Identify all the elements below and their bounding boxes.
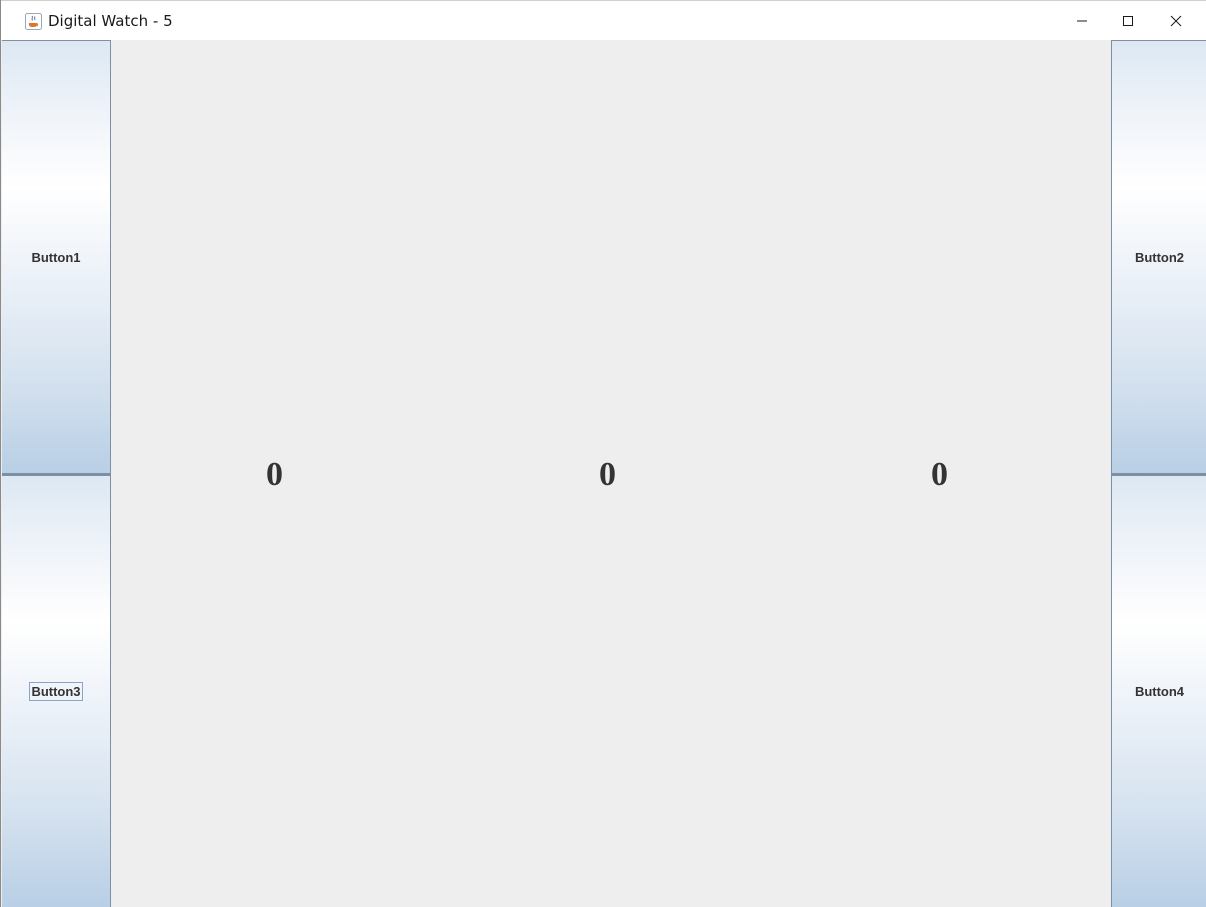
- close-button[interactable]: [1153, 1, 1199, 41]
- button4[interactable]: Button4: [1111, 475, 1206, 907]
- title-bar[interactable]: Digital Watch - 5: [1, 0, 1206, 40]
- digit-1: 0: [266, 456, 283, 493]
- content-panel: Button1 Button3 Button2 Button4 0 0 0: [1, 40, 1206, 907]
- digit-2: 0: [599, 456, 616, 493]
- button3-label: Button3: [29, 682, 83, 701]
- button3[interactable]: Button3: [2, 475, 111, 907]
- button4-label: Button4: [1134, 684, 1185, 699]
- app-window: Digital Watch - 5 Button1 Button3 Button…: [0, 0, 1206, 907]
- button1-label: Button1: [31, 249, 81, 265]
- button2-label: Button2: [1134, 249, 1185, 265]
- close-icon: [1170, 12, 1182, 31]
- digit-3: 0: [931, 456, 948, 493]
- button2[interactable]: Button2: [1111, 40, 1206, 475]
- minimize-icon: [1076, 12, 1088, 31]
- maximize-button[interactable]: [1105, 1, 1151, 41]
- button1[interactable]: Button1: [2, 40, 111, 475]
- window-title: Digital Watch - 5: [48, 12, 173, 30]
- maximize-icon: [1122, 12, 1134, 31]
- java-cup-icon[interactable]: [25, 13, 42, 30]
- minimize-button[interactable]: [1059, 1, 1105, 41]
- digit-display: 0 0 0: [111, 40, 1111, 907]
